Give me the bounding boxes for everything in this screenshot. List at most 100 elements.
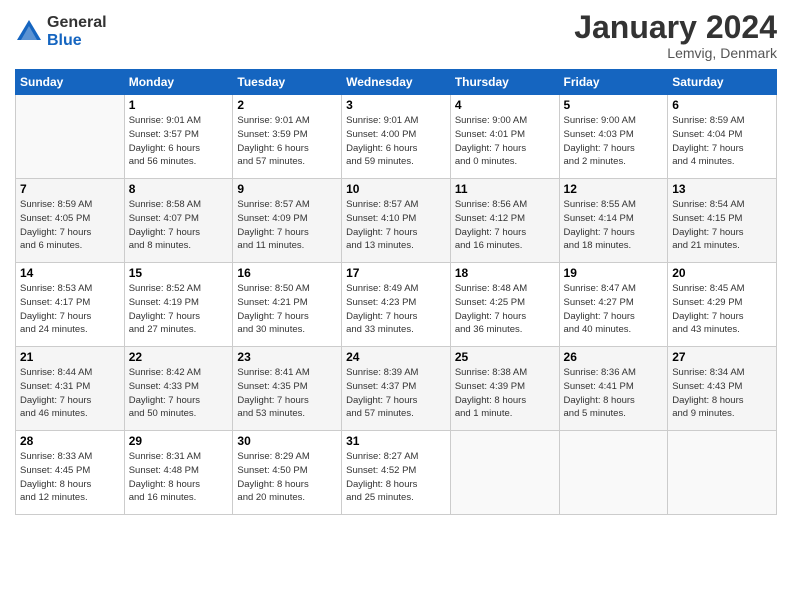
day-info: Sunrise: 8:34 AMSunset: 4:43 PMDaylight:… <box>672 366 772 421</box>
day-number: 1 <box>129 98 229 112</box>
day-cell: 3 Sunrise: 9:01 AMSunset: 4:00 PMDaylight… <box>342 95 451 179</box>
day-cell: 7Sunrise: 8:59 AMSunset: 4:05 PMDaylight… <box>16 179 125 263</box>
page: General Blue January 2024 Lemvig, Denmar… <box>0 0 792 612</box>
day-cell: 5 Sunrise: 9:00 AMSunset: 4:03 PMDaylight… <box>559 95 668 179</box>
day-cell: 22 Sunrise: 8:42 AMSunset: 4:33 PMDayligh… <box>124 347 233 431</box>
day-info: Sunrise: 8:38 AMSunset: 4:39 PMDaylight:… <box>455 366 555 421</box>
col-friday: Friday <box>559 70 668 95</box>
day-cell: 21 Sunrise: 8:44 AMSunset: 4:31 PMDayligh… <box>16 347 125 431</box>
day-number: 12 <box>564 182 664 196</box>
day-number: 17 <box>346 266 446 280</box>
logo-general: General <box>47 14 107 32</box>
day-cell: 23Sunrise: 8:41 AMSunset: 4:35 PMDayligh… <box>233 347 342 431</box>
day-number: 8 <box>129 182 229 196</box>
col-monday: Monday <box>124 70 233 95</box>
day-cell: 15 Sunrise: 8:52 AMSunset: 4:19 PMDayligh… <box>124 263 233 347</box>
day-number: 4 <box>455 98 555 112</box>
day-cell <box>559 431 668 515</box>
logo-icon <box>15 18 43 46</box>
week-row-4: 21 Sunrise: 8:44 AMSunset: 4:31 PMDayligh… <box>16 347 777 431</box>
day-cell: 13 Sunrise: 8:54 AMSunset: 4:15 PMDayligh… <box>668 179 777 263</box>
day-cell: 27 Sunrise: 8:34 AMSunset: 4:43 PMDayligh… <box>668 347 777 431</box>
day-info: Sunrise: 8:45 AMSunset: 4:29 PMDaylight:… <box>672 282 772 337</box>
day-info: Sunrise: 8:57 AMSunset: 4:09 PMDaylight:… <box>237 198 337 253</box>
day-number: 21 <box>20 350 120 364</box>
day-info: Sunrise: 9:01 AMSunset: 4:00 PMDaylight:… <box>346 114 446 169</box>
header-row: Sunday Monday Tuesday Wednesday Thursday… <box>16 70 777 95</box>
day-number: 26 <box>564 350 664 364</box>
day-number: 14 <box>20 266 120 280</box>
day-number: 9 <box>237 182 337 196</box>
day-number: 30 <box>237 434 337 448</box>
logo-blue: Blue <box>47 32 107 50</box>
day-number: 5 <box>564 98 664 112</box>
day-info: Sunrise: 8:57 AMSunset: 4:10 PMDaylight:… <box>346 198 446 253</box>
day-info: Sunrise: 8:50 AMSunset: 4:21 PMDaylight:… <box>237 282 337 337</box>
day-number: 13 <box>672 182 772 196</box>
day-cell <box>16 95 125 179</box>
day-number: 16 <box>237 266 337 280</box>
day-cell: 18 Sunrise: 8:48 AMSunset: 4:25 PMDayligh… <box>450 263 559 347</box>
day-cell: 25 Sunrise: 8:38 AMSunset: 4:39 PMDayligh… <box>450 347 559 431</box>
day-cell <box>668 431 777 515</box>
header: General Blue January 2024 Lemvig, Denmar… <box>15 10 777 61</box>
week-row-1: 1Sunrise: 9:01 AMSunset: 3:57 PMDaylight… <box>16 95 777 179</box>
day-number: 24 <box>346 350 446 364</box>
month-title: January 2024 <box>574 10 777 45</box>
day-info: Sunrise: 8:36 AMSunset: 4:41 PMDaylight:… <box>564 366 664 421</box>
day-cell: 12Sunrise: 8:55 AMSunset: 4:14 PMDayligh… <box>559 179 668 263</box>
day-cell: 9 Sunrise: 8:57 AMSunset: 4:09 PMDaylight… <box>233 179 342 263</box>
day-info: Sunrise: 8:44 AMSunset: 4:31 PMDaylight:… <box>20 366 120 421</box>
day-info: Sunrise: 8:59 AMSunset: 4:04 PMDaylight:… <box>672 114 772 169</box>
week-row-3: 14 Sunrise: 8:53 AMSunset: 4:17 PMDayligh… <box>16 263 777 347</box>
day-info: Sunrise: 9:00 AMSunset: 4:03 PMDaylight:… <box>564 114 664 169</box>
day-info: Sunrise: 8:52 AMSunset: 4:19 PMDaylight:… <box>129 282 229 337</box>
day-number: 11 <box>455 182 555 196</box>
day-cell: 29 Sunrise: 8:31 AMSunset: 4:48 PMDayligh… <box>124 431 233 515</box>
calendar-body: 1Sunrise: 9:01 AMSunset: 3:57 PMDaylight… <box>16 95 777 515</box>
day-number: 31 <box>346 434 446 448</box>
day-cell <box>450 431 559 515</box>
day-cell: 30 Sunrise: 8:29 AMSunset: 4:50 PMDayligh… <box>233 431 342 515</box>
day-info: Sunrise: 8:41 AMSunset: 4:35 PMDaylight:… <box>237 366 337 421</box>
day-info: Sunrise: 8:56 AMSunset: 4:12 PMDaylight:… <box>455 198 555 253</box>
day-info: Sunrise: 9:01 AMSunset: 3:59 PMDaylight:… <box>237 114 337 169</box>
day-info: Sunrise: 8:31 AMSunset: 4:48 PMDaylight:… <box>129 450 229 505</box>
day-number: 29 <box>129 434 229 448</box>
day-cell: 16 Sunrise: 8:50 AMSunset: 4:21 PMDayligh… <box>233 263 342 347</box>
col-sunday: Sunday <box>16 70 125 95</box>
day-cell: 28 Sunrise: 8:33 AMSunset: 4:45 PMDayligh… <box>16 431 125 515</box>
day-cell: 8 Sunrise: 8:58 AMSunset: 4:07 PMDaylight… <box>124 179 233 263</box>
day-cell: 26 Sunrise: 8:36 AMSunset: 4:41 PMDayligh… <box>559 347 668 431</box>
day-info: Sunrise: 8:33 AMSunset: 4:45 PMDaylight:… <box>20 450 120 505</box>
day-number: 28 <box>20 434 120 448</box>
day-cell: 6 Sunrise: 8:59 AMSunset: 4:04 PMDaylight… <box>668 95 777 179</box>
day-info: Sunrise: 8:48 AMSunset: 4:25 PMDaylight:… <box>455 282 555 337</box>
logo-text: General Blue <box>47 14 107 49</box>
day-cell: 24Sunrise: 8:39 AMSunset: 4:37 PMDayligh… <box>342 347 451 431</box>
day-info: Sunrise: 8:42 AMSunset: 4:33 PMDaylight:… <box>129 366 229 421</box>
day-cell: 17Sunrise: 8:49 AMSunset: 4:23 PMDayligh… <box>342 263 451 347</box>
day-cell: 19Sunrise: 8:47 AMSunset: 4:27 PMDayligh… <box>559 263 668 347</box>
day-number: 25 <box>455 350 555 364</box>
day-info: Sunrise: 8:29 AMSunset: 4:50 PMDaylight:… <box>237 450 337 505</box>
col-tuesday: Tuesday <box>233 70 342 95</box>
day-number: 6 <box>672 98 772 112</box>
day-number: 18 <box>455 266 555 280</box>
day-number: 15 <box>129 266 229 280</box>
day-info: Sunrise: 8:27 AMSunset: 4:52 PMDaylight:… <box>346 450 446 505</box>
day-info: Sunrise: 9:00 AMSunset: 4:01 PMDaylight:… <box>455 114 555 169</box>
day-number: 3 <box>346 98 446 112</box>
day-number: 7 <box>20 182 120 196</box>
day-cell: 1Sunrise: 9:01 AMSunset: 3:57 PMDaylight… <box>124 95 233 179</box>
day-number: 2 <box>237 98 337 112</box>
day-info: Sunrise: 8:53 AMSunset: 4:17 PMDaylight:… <box>20 282 120 337</box>
location: Lemvig, Denmark <box>574 45 777 61</box>
day-number: 22 <box>129 350 229 364</box>
day-cell: 20Sunrise: 8:45 AMSunset: 4:29 PMDayligh… <box>668 263 777 347</box>
day-info: Sunrise: 8:54 AMSunset: 4:15 PMDaylight:… <box>672 198 772 253</box>
day-info: Sunrise: 8:58 AMSunset: 4:07 PMDaylight:… <box>129 198 229 253</box>
day-number: 27 <box>672 350 772 364</box>
week-row-2: 7Sunrise: 8:59 AMSunset: 4:05 PMDaylight… <box>16 179 777 263</box>
title-block: January 2024 Lemvig, Denmark <box>574 10 777 61</box>
